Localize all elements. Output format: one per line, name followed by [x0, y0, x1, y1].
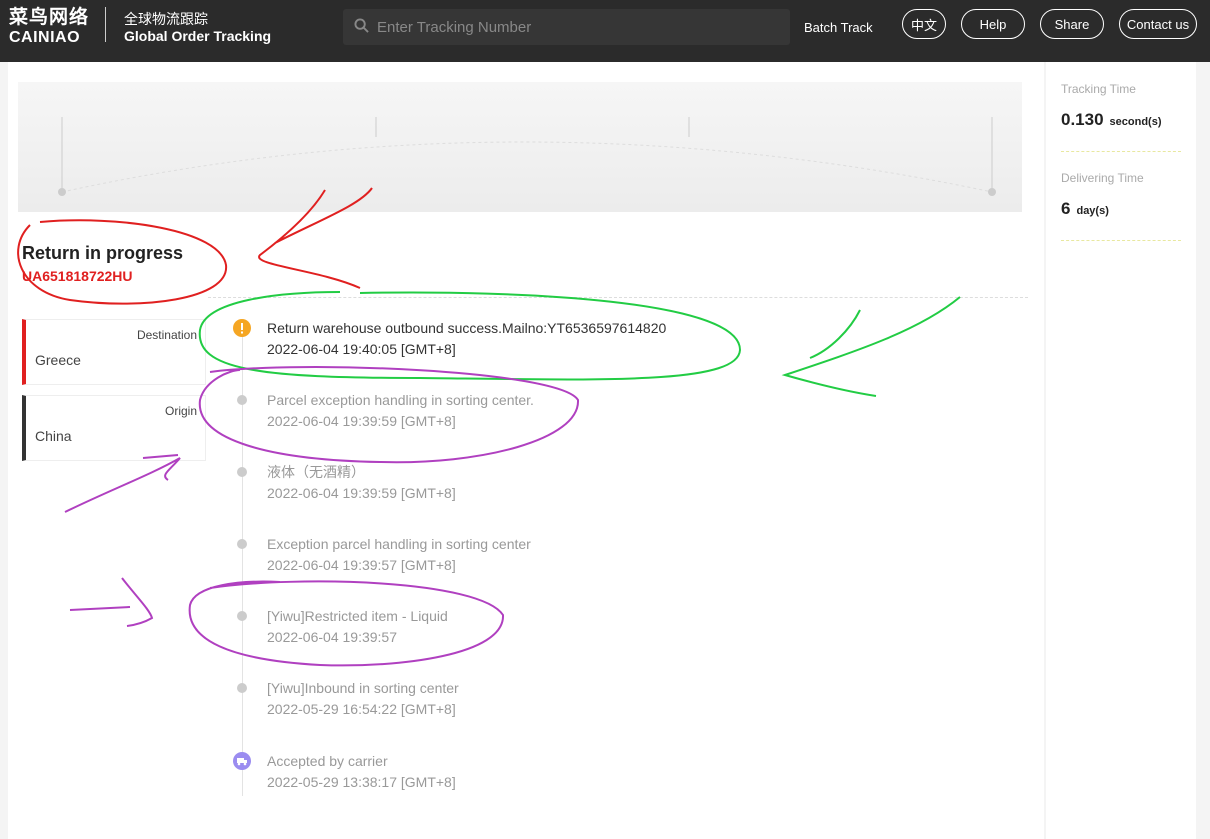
share-button[interactable]: Share: [1040, 9, 1104, 39]
divider: [1061, 240, 1181, 241]
timeline-event: [Yiwu]Inbound in sorting center 2022-05-2…: [267, 678, 459, 720]
help-button[interactable]: Help: [961, 9, 1025, 39]
timeline-event: Accepted by carrier 2022-05-29 13:38:17 […: [267, 751, 456, 793]
timeline-event: Parcel exception handling in sorting cen…: [267, 390, 534, 432]
event-time: 2022-06-04 19:39:57 [GMT+8]: [267, 557, 456, 573]
event-time: 2022-06-04 19:40:05 [GMT+8]: [267, 341, 456, 357]
search-box: [343, 9, 790, 45]
tracking-time-number: 0.130: [1061, 110, 1104, 129]
delivering-time-unit: day(s): [1076, 205, 1109, 217]
divider: [1061, 151, 1181, 152]
timeline-dot: [237, 683, 247, 693]
event-description: Exception parcel handling in sorting cen…: [267, 536, 531, 552]
origin-label: Origin: [164, 404, 197, 418]
divider: [208, 297, 1028, 298]
logo-en: CAINIAO: [9, 29, 81, 46]
tracking-time-label: Tracking Time: [1061, 82, 1136, 96]
tracking-panel: Return in progress UA651818722HU Destina…: [8, 62, 1044, 839]
timeline-dot: [237, 395, 247, 405]
origin-value: China: [35, 428, 72, 444]
delivering-time-number: 6: [1061, 199, 1071, 218]
delivering-time-value: 6 day(s): [1061, 199, 1109, 219]
warning-icon: [233, 319, 251, 337]
tracking-number-input[interactable]: [377, 9, 777, 45]
timeline-event: Return warehouse outbound success.Mailno…: [267, 318, 666, 360]
destination-label: Destination: [136, 328, 197, 342]
route-arc-graphic: [58, 117, 996, 196]
event-description: Parcel exception handling in sorting cen…: [267, 392, 534, 408]
timeline-event: 液体（无酒精） 2022-06-04 19:39:59 [GMT+8]: [267, 462, 456, 504]
event-description: 液体（无酒精）: [267, 464, 365, 480]
event-description: [Yiwu]Inbound in sorting center: [267, 680, 459, 696]
title-en: Global Order Tracking: [124, 28, 272, 44]
event-description: [Yiwu]Restricted item - Liquid: [267, 608, 448, 624]
tracking-number: UA651818722HU: [22, 268, 133, 284]
logo-cn: 菜鸟网络: [9, 7, 90, 28]
timeline-event: Exception parcel handling in sorting cen…: [267, 534, 531, 576]
event-time: 2022-06-04 19:39:59 [GMT+8]: [267, 485, 456, 501]
destination-value: Greece: [35, 352, 81, 368]
search-icon: [354, 18, 369, 33]
timeline-dot: [237, 539, 247, 549]
timeline-event: [Yiwu]Restricted item - Liquid 2022-06-04…: [267, 606, 448, 648]
event-time: 2022-06-04 19:39:57: [267, 629, 397, 645]
truck-icon: [233, 752, 251, 770]
batch-track-link[interactable]: Batch Track: [804, 20, 873, 35]
timeline-dot: [237, 611, 247, 621]
event-time: 2022-05-29 13:38:17 [GMT+8]: [267, 774, 456, 790]
divider: [105, 7, 106, 42]
top-bar: 菜鸟网络 CAINIAO 全球物流跟踪 Global Order Trackin…: [0, 0, 1210, 62]
event-description: Accepted by carrier: [267, 753, 388, 769]
site-title: 全球物流跟踪 Global Order Tracking: [124, 11, 271, 45]
language-button[interactable]: 中文: [902, 9, 946, 39]
event-time: 2022-06-04 19:39:59 [GMT+8]: [267, 413, 456, 429]
delivering-time-label: Delivering Time: [1061, 171, 1144, 185]
stats-sidebar: Tracking Time 0.130 second(s) Delivering …: [1046, 62, 1196, 839]
event-description: Return warehouse outbound success.Mailno…: [267, 320, 667, 336]
timeline-dot: [237, 467, 247, 477]
title-cn: 全球物流跟踪: [124, 11, 208, 27]
origin-card: Origin China: [22, 395, 206, 461]
contact-us-button[interactable]: Contact us: [1119, 9, 1197, 39]
tracking-time-unit: second(s): [1109, 116, 1162, 128]
destination-card: Destination Greece: [22, 319, 206, 385]
cainiao-logo[interactable]: 菜鸟网络 CAINIAO: [9, 8, 89, 46]
world-map-banner: [18, 82, 1022, 212]
event-time: 2022-05-29 16:54:22 [GMT+8]: [267, 701, 456, 717]
parcel-status: Return in progress: [22, 243, 184, 263]
tracking-time-value: 0.130 second(s): [1061, 110, 1162, 130]
